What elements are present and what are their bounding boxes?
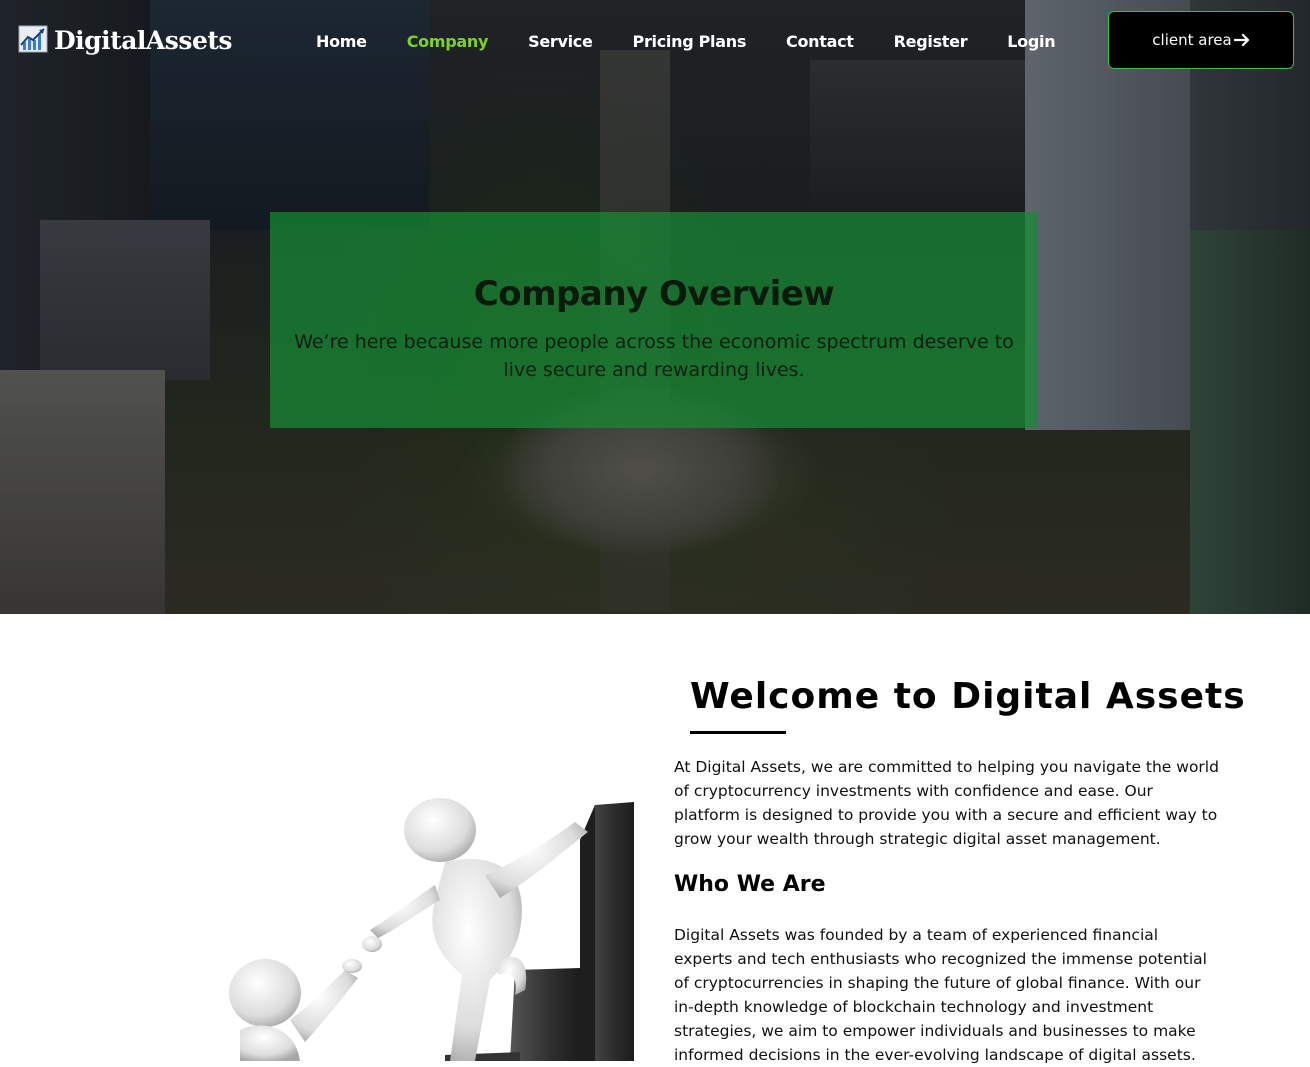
nav-item-register[interactable]: Register <box>894 32 968 51</box>
brand-name: DigitalAssets <box>54 25 232 55</box>
main-nav: Home Company Service Pricing Plans Conta… <box>316 30 1095 52</box>
chart-logo-icon <box>18 25 48 53</box>
arrow-right-icon <box>1233 33 1249 47</box>
intro-paragraph: At Digital Assets, we are committed to h… <box>674 758 1219 848</box>
hero-section: DigitalAssets Home Company Service Prici… <box>0 0 1310 614</box>
nav-item-login[interactable]: Login <box>1007 32 1055 51</box>
brand-logo-link[interactable]: DigitalAssets <box>18 22 232 58</box>
nav-item-contact[interactable]: Contact <box>786 32 854 51</box>
page-title: Company Overview <box>473 274 835 314</box>
company-overview-box: Company Overview We’re here because more… <box>270 212 1038 428</box>
nav-item-company[interactable]: Company <box>407 32 489 51</box>
welcome-heading: Welcome to Digital Assets <box>690 676 1246 717</box>
nav-item-pricing-plans[interactable]: Pricing Plans <box>633 32 747 51</box>
nav-item-home[interactable]: Home <box>316 32 367 51</box>
hero-subtitle: We’re here because more people across th… <box>294 331 1014 381</box>
who-we-are-heading: Who We Are <box>674 872 826 897</box>
helping-hand-illustration <box>229 798 634 1061</box>
heading-underline <box>690 731 786 734</box>
client-area-button[interactable]: client area <box>1108 11 1294 69</box>
who-we-are-paragraph: Digital Assets was founded by a team of … <box>674 926 1207 1064</box>
nav-item-service[interactable]: Service <box>528 32 593 51</box>
client-area-label: client area <box>1152 31 1232 49</box>
